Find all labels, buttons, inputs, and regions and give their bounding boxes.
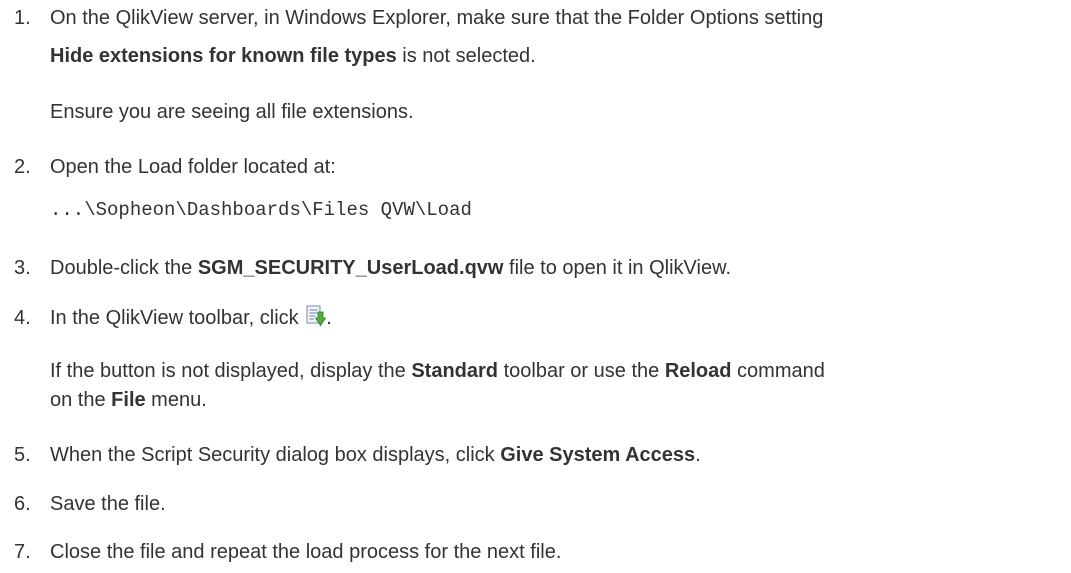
setting-name: Hide extensions for known file types xyxy=(50,45,397,67)
step-note: If the button is not displayed, display … xyxy=(50,360,825,382)
step-text: In the QlikView toolbar, click . xyxy=(50,305,332,329)
step-number: 1. xyxy=(14,7,31,29)
step-note-continued: on the File menu. xyxy=(50,389,207,411)
step-number: 2. xyxy=(14,156,31,178)
step-number: 3. xyxy=(14,257,31,279)
step-text-continued: Hide extensions for known file types is … xyxy=(50,45,536,67)
reload-icon xyxy=(306,305,327,327)
step-number: 6. xyxy=(14,493,31,515)
file-name: SGM_SECURITY_UserLoad.qvw xyxy=(197,257,504,279)
button-name: Give System Access xyxy=(500,444,696,466)
step-text: When the Script Security dialog box disp… xyxy=(50,444,701,466)
step-number: 4. xyxy=(14,307,31,329)
step-number: 7. xyxy=(14,541,31,563)
instructions-document: 1. On the QlikView server, in Windows Ex… xyxy=(0,0,1071,573)
step-text: Double-click the SGM_SECURITY_UserLoad.q… xyxy=(50,257,731,279)
folder-path: ...\Sopheon\Dashboards\Files QVW\Load xyxy=(50,199,472,221)
step-text: On the QlikView server, in Windows Explo… xyxy=(50,7,824,29)
step-number: 5. xyxy=(14,444,31,466)
step-text: Save the file. xyxy=(50,493,166,515)
step-text: Open the Load folder located at: xyxy=(50,156,336,178)
step-text: Close the file and repeat the load proce… xyxy=(50,541,562,563)
step-note: Ensure you are seeing all file extension… xyxy=(50,101,414,123)
